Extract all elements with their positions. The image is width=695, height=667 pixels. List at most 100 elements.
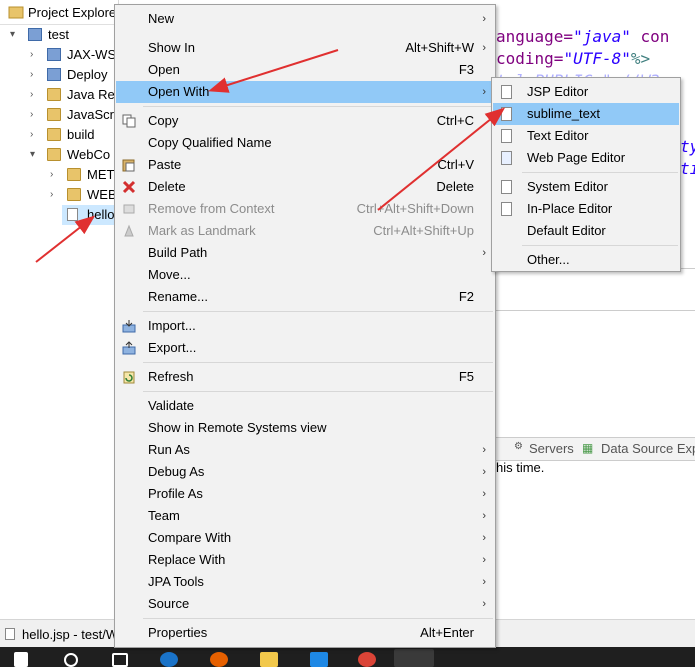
tree-item-javascript[interactable]: › JavaScri [0, 105, 118, 125]
menu-item-label: Rename... [148, 289, 208, 304]
library-icon [47, 88, 61, 101]
menu-item-source[interactable]: Source › [116, 593, 494, 615]
submenu-item-other[interactable]: Other... [493, 249, 679, 271]
menu-item-shortcut: Ctrl+V [437, 157, 474, 172]
twisty-icon[interactable]: › [30, 45, 40, 65]
tree-item-hello-jsp[interactable]: hello [62, 205, 118, 225]
menu-item-jpa-tools[interactable]: JPA Tools › [116, 571, 494, 593]
menu-separator [143, 106, 493, 107]
submenu-item-jsp-editor[interactable]: JSP Editor [493, 81, 679, 103]
menu-item-copy-qualified-name[interactable]: Copy Qualified Name [116, 132, 494, 154]
menu-item-remove-from-context[interactable]: Remove from Context Ctrl+Alt+Shift+Down [116, 198, 494, 220]
menu-item-export[interactable]: Export... [116, 337, 494, 359]
menu-item-label: New [148, 11, 175, 26]
windows-start-icon[interactable] [14, 652, 28, 667]
task-view-icon[interactable] [112, 653, 128, 667]
edge-icon[interactable] [160, 652, 178, 667]
project-explorer-tab[interactable]: Project Explore [0, 0, 118, 25]
menu-item-run-as[interactable]: Run As › [116, 439, 494, 461]
menu-item-label: Move... [148, 267, 191, 282]
submenu-item-web-page-editor[interactable]: Web Page Editor [493, 147, 679, 169]
delete-icon [122, 180, 136, 194]
menu-item-shortcut: F2 [458, 289, 474, 304]
menu-item-new[interactable]: New › [116, 8, 494, 30]
menu-item-open-with[interactable]: Open With › [116, 81, 494, 103]
code-value: "UTF-8" [563, 49, 631, 68]
menu-item-label: Show in Remote Systems view [148, 420, 327, 435]
menu-item-open[interactable]: Open F3 [116, 59, 494, 81]
submenu-item-sublime-text[interactable]: sublime_text [493, 103, 679, 125]
submenu-item-system-editor[interactable]: System Editor [493, 176, 679, 198]
submenu-item-label: Text Editor [527, 128, 589, 143]
menu-item-replace-with[interactable]: Replace With › [116, 549, 494, 571]
tab-servers[interactable]: Servers [529, 441, 574, 456]
menu-item-compare-with[interactable]: Compare With › [116, 527, 494, 549]
folder-icon [47, 128, 61, 141]
menu-separator [143, 618, 493, 619]
menu-item-mark-as-landmark[interactable]: Mark as Landmark Ctrl+Alt+Shift+Up [116, 220, 494, 242]
menu-item-delete[interactable]: Delete Delete [116, 176, 494, 198]
tree-item-web-inf[interactable]: › WEB [0, 185, 118, 205]
tab-data-source-explorer[interactable]: Data Source Exp [601, 441, 695, 456]
twisty-icon[interactable]: › [30, 125, 40, 145]
tree-item-meta-inf[interactable]: › MET [0, 165, 118, 185]
menu-separator [143, 311, 493, 312]
menu-item-team[interactable]: Team › [116, 505, 494, 527]
submenu-separator [522, 245, 678, 246]
menu-item-import[interactable]: Import... [116, 315, 494, 337]
submenu-item-default-editor[interactable]: Default Editor [493, 220, 679, 242]
code-tag: %> [630, 49, 651, 68]
menu-item-debug-as[interactable]: Debug As › [116, 461, 494, 483]
tree-item-label: WebCo [67, 147, 111, 162]
menu-item-show-in-remote-systems[interactable]: Show in Remote Systems view [116, 417, 494, 439]
chrome-icon[interactable] [358, 652, 376, 667]
file-explorer-icon[interactable] [260, 652, 278, 667]
menu-item-shortcut: Delete [436, 179, 474, 194]
menu-item-validate[interactable]: Validate [116, 395, 494, 417]
menu-item-show-in[interactable]: Show In Alt+Shift+W › [116, 37, 494, 59]
twisty-icon[interactable]: › [50, 185, 60, 205]
tree-item-test[interactable]: ▾ test [0, 25, 118, 45]
eclipse-icon[interactable] [394, 649, 434, 667]
menu-item-label: Debug As [148, 464, 205, 479]
menu-item-profile-as[interactable]: Profile As › [116, 483, 494, 505]
submenu-item-text-editor[interactable]: Text Editor [493, 125, 679, 147]
tree-item-label: JavaScri [67, 107, 117, 122]
menu-item-label: Validate [148, 398, 195, 413]
twisty-icon[interactable]: › [50, 165, 60, 185]
twisty-icon[interactable]: › [30, 85, 40, 105]
twisty-icon[interactable]: › [30, 105, 40, 125]
firefox-icon[interactable] [210, 652, 228, 667]
app-icon[interactable] [310, 652, 328, 667]
tree-item-deploy[interactable]: › Deploy [0, 65, 118, 85]
menu-item-properties[interactable]: Properties Alt+Enter [116, 622, 494, 644]
search-icon[interactable] [64, 653, 78, 667]
menu-item-label: Replace With [148, 552, 226, 567]
refresh-icon [123, 371, 135, 384]
tree-item-build[interactable]: › build [0, 125, 118, 145]
twisty-icon[interactable]: › [30, 65, 40, 85]
tree-item-webcontent[interactable]: ▾ WebCo [0, 145, 118, 165]
chevron-right-icon: › [482, 532, 486, 544]
menu-item-refresh[interactable]: Refresh F5 [116, 366, 494, 388]
menu-item-shortcut: Ctrl+Alt+Shift+Up [373, 223, 474, 238]
menu-item-label: Build Path [148, 245, 208, 260]
tree-item-jax-ws[interactable]: › JAX-WS [0, 45, 118, 65]
twisty-icon[interactable]: ▾ [10, 25, 20, 45]
menu-item-label: Import... [148, 318, 196, 333]
menu-item-label: Paste [148, 157, 182, 172]
menu-item-rename[interactable]: Rename... F2 [116, 286, 494, 308]
menu-item-label: Open [148, 62, 180, 77]
twisty-icon[interactable]: ▾ [30, 145, 40, 165]
menu-item-paste[interactable]: Paste Ctrl+V [116, 154, 494, 176]
landmark-icon [124, 224, 134, 237]
submenu-item-label: sublime_text [527, 106, 600, 121]
tree-item-label: JAX-WS [67, 47, 117, 62]
menu-item-build-path[interactable]: Build Path › [116, 242, 494, 264]
menu-item-copy[interactable]: Copy Ctrl+C [116, 110, 494, 132]
chevron-right-icon: › [482, 488, 486, 500]
menu-item-move[interactable]: Move... [116, 264, 494, 286]
submenu-item-in-place-editor[interactable]: In-Place Editor [493, 198, 679, 220]
tree-item-java-resources[interactable]: › Java Re [0, 85, 118, 105]
chevron-right-icon: › [482, 86, 486, 98]
